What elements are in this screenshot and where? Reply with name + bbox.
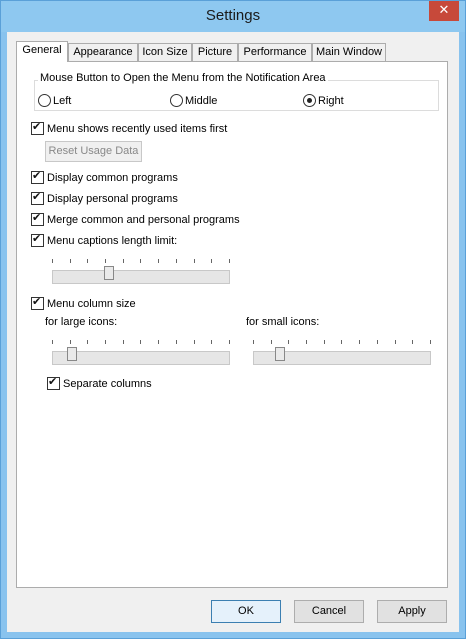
dialog-client: General Appearance Icon Size Picture Per… <box>7 32 459 632</box>
slider-tick <box>158 340 160 344</box>
slider-tick <box>341 340 343 344</box>
column-size-checkbox[interactable] <box>31 295 44 310</box>
slider-thumb[interactable] <box>67 347 77 361</box>
tab-performance[interactable]: Performance <box>238 43 312 61</box>
slider-tick <box>429 340 431 344</box>
slider-tick <box>175 340 177 344</box>
tab-main-window[interactable]: Main Window <box>312 43 386 61</box>
mouse-button-group: Mouse Button to Open the Menu from the N… <box>34 72 439 111</box>
caption-limit-slider[interactable] <box>52 259 230 284</box>
slider-tick <box>52 259 53 263</box>
recent-first-checkbox[interactable] <box>31 120 44 135</box>
slider-tick <box>175 259 177 263</box>
merge-programs-label: Merge common and personal programs <box>47 213 240 226</box>
radio-right[interactable]: Right <box>303 94 344 107</box>
cancel-button[interactable]: Cancel <box>294 600 364 623</box>
radio-right-label: Right <box>318 94 344 107</box>
ok-button[interactable]: OK <box>211 600 281 623</box>
slider-tick <box>122 259 124 263</box>
separate-columns-option[interactable]: Separate columns <box>47 375 152 390</box>
tab-general[interactable]: General <box>16 41 68 62</box>
display-common-checkbox[interactable] <box>31 169 44 184</box>
radio-left-label: Left <box>53 94 72 107</box>
radio-middle-indicator[interactable] <box>170 94 183 107</box>
slider-tick <box>158 259 160 263</box>
slider-tick <box>140 340 142 344</box>
caption-limit-label: Menu captions length limit: <box>47 234 178 247</box>
radio-left-indicator[interactable] <box>38 94 51 107</box>
slider-tick <box>288 340 290 344</box>
slider-tick <box>211 340 213 344</box>
slider-ticks <box>253 340 431 344</box>
slider-tick <box>323 340 325 344</box>
slider-track[interactable] <box>52 351 230 365</box>
slider-ticks <box>52 340 230 344</box>
large-icons-slider[interactable] <box>52 340 230 365</box>
display-common-label: Display common programs <box>47 171 178 184</box>
small-icons-slider[interactable] <box>253 340 431 365</box>
display-personal-label: Display personal programs <box>47 192 178 205</box>
slider-thumb[interactable] <box>275 347 285 361</box>
separate-columns-label: Separate columns <box>63 377 152 390</box>
slider-tick <box>359 340 361 344</box>
display-common-option[interactable]: Display common programs <box>31 169 178 184</box>
column-size-option[interactable]: Menu column size <box>31 295 136 310</box>
settings-window: Settings ✕ General Appearance Icon Size … <box>0 0 466 639</box>
close-button[interactable]: ✕ <box>429 1 459 21</box>
slider-tick <box>412 340 414 344</box>
tab-appearance[interactable]: Appearance <box>68 43 138 61</box>
small-icons-label: for small icons: <box>246 316 320 328</box>
slider-tick <box>228 340 230 344</box>
slider-tick <box>140 259 142 263</box>
title-bar[interactable]: Settings ✕ <box>1 1 465 32</box>
tab-picture[interactable]: Picture <box>192 43 238 61</box>
slider-tick <box>193 340 195 344</box>
slider-thumb[interactable] <box>104 266 114 280</box>
window-title: Settings <box>205 7 261 24</box>
slider-tick <box>253 340 254 344</box>
general-panel: Mouse Button to Open the Menu from the N… <box>16 61 448 588</box>
slider-tick <box>306 340 308 344</box>
caption-limit-option[interactable]: Menu captions length limit: <box>31 232 178 247</box>
slider-tick <box>211 259 213 263</box>
slider-tick <box>105 340 107 344</box>
slider-track[interactable] <box>52 270 230 284</box>
slider-tick <box>105 259 107 263</box>
merge-programs-checkbox[interactable] <box>31 211 44 226</box>
recent-first-option[interactable]: Menu shows recently used items first <box>31 120 228 135</box>
mouse-button-legend: Mouse Button to Open the Menu from the N… <box>38 72 328 84</box>
display-personal-option[interactable]: Display personal programs <box>31 190 178 205</box>
merge-programs-option[interactable]: Merge common and personal programs <box>31 211 240 226</box>
slider-tick <box>193 259 195 263</box>
close-icon: ✕ <box>438 3 450 18</box>
recent-first-label: Menu shows recently used items first <box>47 122 228 135</box>
radio-left[interactable]: Left <box>38 94 71 107</box>
slider-tick <box>52 340 53 344</box>
reset-usage-button: Reset Usage Data <box>45 141 142 162</box>
slider-tick <box>69 340 71 344</box>
caption-limit-checkbox[interactable] <box>31 232 44 247</box>
slider-tick <box>376 340 378 344</box>
column-size-label: Menu column size <box>47 297 136 310</box>
slider-ticks <box>52 259 230 263</box>
slider-tick <box>69 259 71 263</box>
radio-middle-label: Middle <box>185 94 218 107</box>
apply-button[interactable]: Apply <box>377 600 447 623</box>
slider-tick <box>87 259 89 263</box>
display-personal-checkbox[interactable] <box>31 190 44 205</box>
large-icons-label: for large icons: <box>45 316 118 328</box>
slider-tick <box>122 340 124 344</box>
slider-tick <box>228 259 230 263</box>
slider-tick <box>270 340 272 344</box>
radio-right-indicator[interactable] <box>303 94 316 107</box>
tab-icon-size[interactable]: Icon Size <box>138 43 192 61</box>
slider-tick <box>394 340 396 344</box>
separate-columns-checkbox[interactable] <box>47 375 60 390</box>
radio-middle[interactable]: Middle <box>170 94 217 107</box>
slider-tick <box>87 340 89 344</box>
